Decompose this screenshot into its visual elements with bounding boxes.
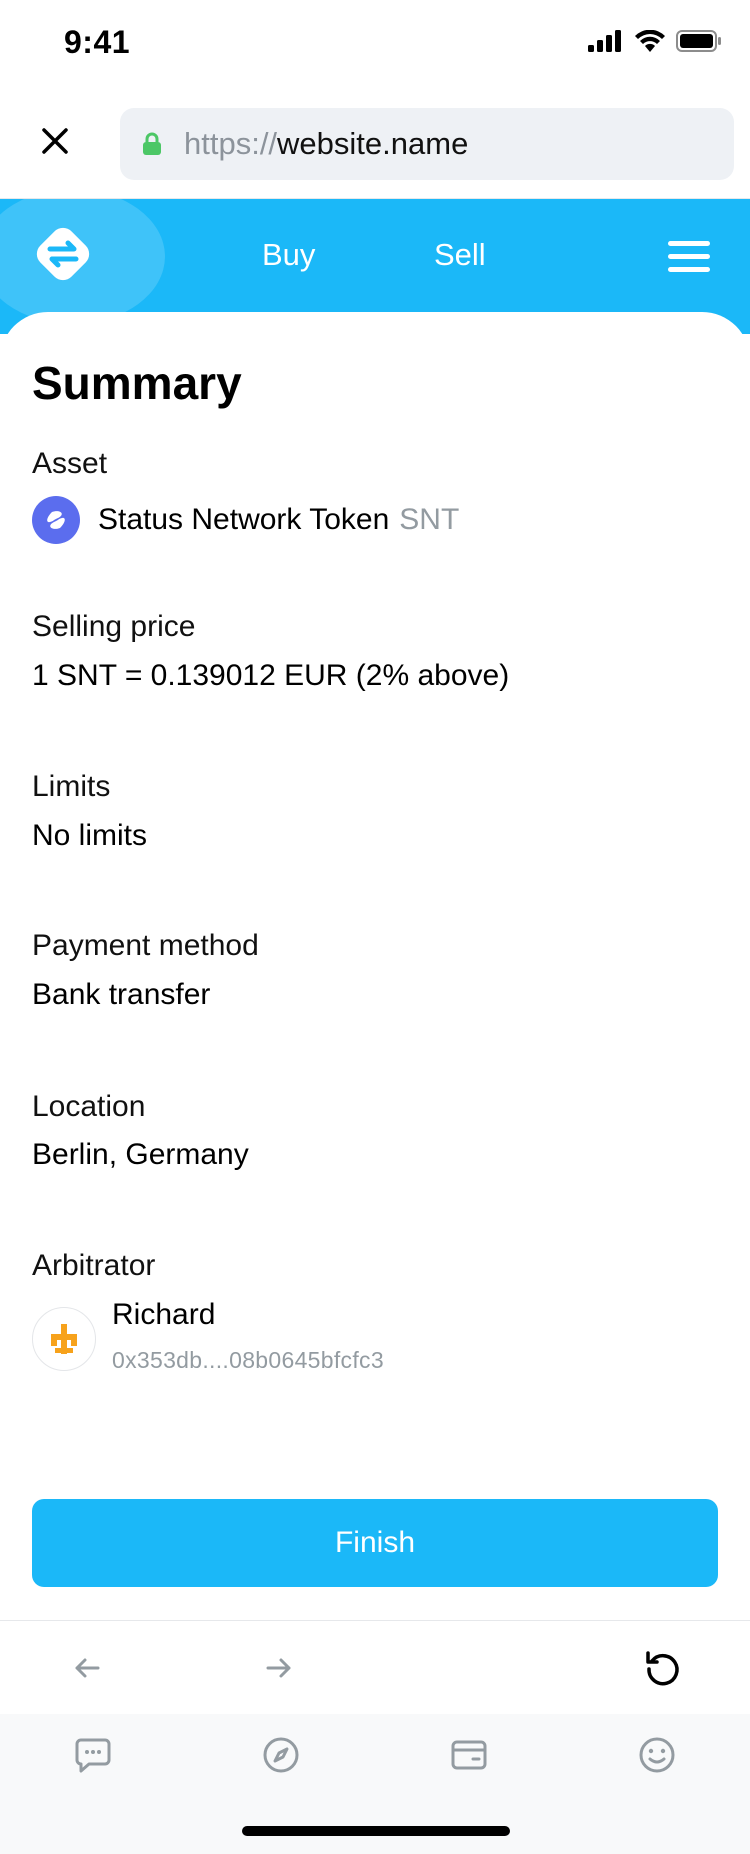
back-button[interactable] bbox=[66, 1647, 108, 1689]
limits-label: Limits bbox=[32, 770, 111, 803]
limits-value: No limits bbox=[32, 819, 148, 852]
asset-symbol: SNT bbox=[399, 503, 460, 536]
tab-profile[interactable] bbox=[634, 1732, 680, 1778]
tab-browser[interactable] bbox=[258, 1732, 304, 1778]
compass-icon bbox=[263, 1737, 299, 1773]
wallet-icon bbox=[451, 1740, 487, 1770]
close-button[interactable] bbox=[34, 120, 76, 162]
asset-row: Status Network Token SNT bbox=[32, 496, 459, 544]
tab-wallet[interactable] bbox=[446, 1732, 492, 1778]
reload-button[interactable] bbox=[642, 1647, 684, 1689]
url-host: website.name bbox=[277, 126, 469, 161]
home-indicator bbox=[242, 1826, 510, 1836]
finish-button[interactable]: Finish bbox=[32, 1499, 718, 1587]
selling-price-value: 1 SNT = 0.139012 EUR (2% above) bbox=[32, 659, 510, 692]
arbitrator-name: Richard bbox=[112, 1298, 216, 1331]
asset-label: Asset bbox=[32, 447, 108, 480]
forward-button[interactable] bbox=[258, 1647, 300, 1689]
arrow-right-icon bbox=[266, 1658, 291, 1678]
nav-sell[interactable]: Sell bbox=[434, 237, 486, 273]
chat-icon bbox=[75, 1738, 111, 1773]
arbitrator-avatar bbox=[32, 1307, 96, 1371]
payment-method-label: Payment method bbox=[32, 929, 259, 962]
lock-icon bbox=[142, 132, 162, 156]
location-label: Location bbox=[32, 1090, 146, 1123]
arrow-left-icon bbox=[75, 1658, 100, 1678]
smiley-icon bbox=[639, 1737, 675, 1773]
hamburger-menu-icon[interactable] bbox=[668, 241, 710, 273]
url-scheme: https:// bbox=[184, 126, 278, 161]
page-title: Summary bbox=[32, 357, 242, 409]
swap-arrows-logo[interactable] bbox=[30, 221, 96, 287]
signal-icon bbox=[588, 30, 621, 52]
url-text: https://website.name bbox=[184, 126, 468, 162]
asset-name: Status Network Token bbox=[98, 503, 390, 536]
payment-method-value: Bank transfer bbox=[32, 978, 211, 1011]
status-bar: 9:41 bbox=[0, 0, 750, 90]
wifi-icon bbox=[635, 30, 665, 52]
summary-card: Summary Asset Status Network Token SNT S… bbox=[0, 312, 750, 1622]
nav-buy[interactable]: Buy bbox=[262, 237, 315, 273]
arbitrator-label: Arbitrator bbox=[32, 1249, 156, 1282]
arbitrator-address: 0x353db....08b0645bfcfc3 bbox=[112, 1347, 384, 1373]
selling-price-label: Selling price bbox=[32, 610, 196, 643]
status-icons bbox=[588, 30, 722, 52]
location-value: Berlin, Germany bbox=[32, 1138, 249, 1171]
status-time: 9:41 bbox=[64, 24, 131, 60]
battery-icon bbox=[676, 30, 721, 52]
browser-url-bar: https://website.name bbox=[0, 90, 750, 199]
tab-chat[interactable] bbox=[70, 1732, 116, 1778]
close-icon bbox=[42, 128, 68, 154]
browser-navigation bbox=[0, 1620, 750, 1715]
reload-icon bbox=[646, 1651, 679, 1686]
url-field[interactable]: https://website.name bbox=[120, 108, 734, 180]
snt-token-icon bbox=[32, 496, 80, 544]
